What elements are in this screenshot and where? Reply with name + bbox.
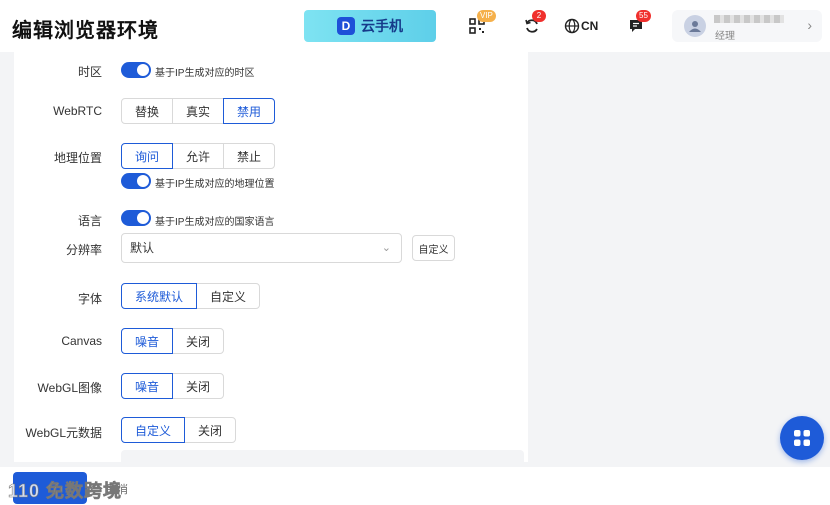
user-name-redacted	[714, 15, 784, 23]
canvas-option-off[interactable]: 关闭	[172, 328, 225, 354]
font-option-custom[interactable]: 自定义	[196, 283, 261, 309]
watermark: 110 免数跨境	[8, 481, 123, 502]
webgl-meta-label: WebGL元数据	[25, 426, 102, 440]
resolution-select[interactable]: 默认 ⌄	[121, 233, 402, 263]
geo-option-deny[interactable]: 禁止	[223, 143, 276, 169]
canvas-option-noise[interactable]: 噪音	[121, 328, 174, 354]
canvas-label: Canvas	[61, 334, 102, 348]
cloud-phone-logo-icon: D	[337, 17, 355, 35]
apps-fab-button[interactable]	[780, 416, 824, 460]
settings-panel: 时区 基于IP生成对应的时区 WebRTC 替换 真实 禁用 地理位置 询问 允…	[14, 52, 528, 462]
webrtc-options: 替换 真实 禁用	[121, 98, 276, 124]
font-option-system[interactable]: 系统默认	[121, 283, 198, 309]
globe-icon[interactable]	[562, 16, 582, 36]
timezone-label: 时区	[77, 65, 102, 79]
canvas-options: 噪音 关闭	[121, 328, 225, 354]
header: 编辑浏览器环境 D 云手机 VIP 2 CN 55 经理 ›	[0, 0, 830, 52]
page-title: 编辑浏览器环境	[12, 20, 159, 42]
resolution-value: 默认	[130, 241, 155, 255]
webgl-image-label: WebGL图像	[37, 381, 102, 395]
avatar	[684, 15, 706, 37]
resolution-custom-button[interactable]: 自定义	[412, 235, 455, 261]
webgl-meta-option-custom[interactable]: 自定义	[121, 417, 186, 443]
language-selector[interactable]: CN	[581, 19, 598, 33]
resolution-label: 分辨率	[65, 243, 102, 257]
message-icon[interactable]: 55	[626, 10, 651, 36]
next-section-preview	[121, 450, 524, 462]
geo-label: 地理位置	[53, 151, 102, 165]
chevron-down-icon: ⌄	[381, 242, 391, 254]
geo-option-allow[interactable]: 允许	[172, 143, 225, 169]
webgl-meta-option-off[interactable]: 关闭	[184, 417, 237, 443]
vip-badge: VIP	[477, 10, 496, 22]
webgl-image-options: 噪音 关闭	[121, 373, 225, 399]
timezone-toggle[interactable]	[121, 62, 151, 78]
font-options: 系统默认 自定义	[121, 283, 261, 309]
message-badge: 55	[636, 10, 651, 22]
cloud-phone-banner[interactable]: D 云手机	[304, 10, 436, 42]
chevron-right-icon: ›	[807, 17, 812, 33]
timezone-toggle-text: 基于IP生成对应的时区	[155, 68, 255, 79]
user-menu[interactable]: 经理 ›	[672, 10, 822, 42]
webgl-meta-options: 自定义 关闭	[121, 417, 237, 443]
sync-icon[interactable]: 2	[522, 10, 546, 36]
qr-code-icon[interactable]: VIP	[467, 10, 496, 36]
webrtc-option-real[interactable]: 真实	[172, 98, 225, 124]
sync-badge: 2	[532, 10, 546, 22]
geo-toggle-text: 基于IP生成对应的地理位置	[155, 179, 275, 190]
geo-toggle[interactable]	[121, 173, 151, 189]
grid-icon	[794, 430, 810, 446]
webgl-image-option-off[interactable]: 关闭	[172, 373, 225, 399]
webrtc-option-disable[interactable]: 禁用	[223, 98, 276, 124]
webrtc-option-replace[interactable]: 替换	[121, 98, 174, 124]
webrtc-label: WebRTC	[53, 104, 102, 118]
language-toggle[interactable]	[121, 210, 151, 226]
user-role: 经理	[715, 31, 735, 42]
language-toggle-text: 基于IP生成对应的国家语言	[155, 217, 275, 228]
geo-options: 询问 允许 禁止	[121, 143, 276, 169]
cloud-phone-label: 云手机	[361, 18, 403, 34]
font-label: 字体	[77, 292, 102, 306]
language-label: 语言	[77, 214, 102, 228]
footer: 取消 110 免数跨境	[0, 467, 830, 505]
geo-option-ask[interactable]: 询问	[121, 143, 174, 169]
webgl-image-option-noise[interactable]: 噪音	[121, 373, 174, 399]
